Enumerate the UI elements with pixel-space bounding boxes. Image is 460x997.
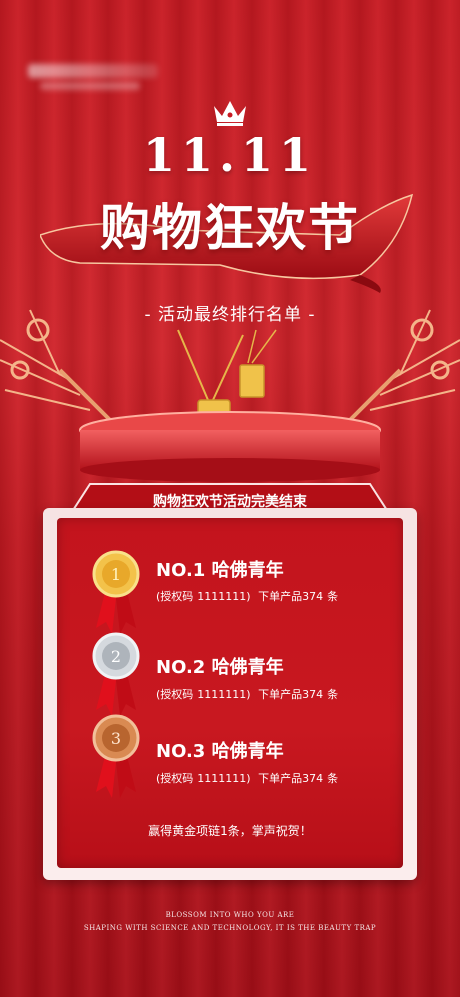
- order-text: 下单产品374: [258, 772, 324, 785]
- auth-label: (授权码: [156, 590, 194, 603]
- crown-icon: [214, 101, 246, 126]
- medal-number: 1: [111, 565, 121, 584]
- auth-code: 1111111): [197, 688, 251, 701]
- rank-detail: (授权码 1111111) 下单产品374 条: [156, 770, 342, 786]
- rank-detail: (授权码 1111111) 下单产品374 条: [156, 686, 342, 702]
- medal-number: 2: [111, 647, 121, 666]
- auth-code: 1111111): [197, 590, 251, 603]
- gold-medal-icon: 1: [92, 550, 140, 634]
- rank-title: NO.1 哈佛青年: [156, 560, 284, 581]
- order-unit: 条: [327, 688, 339, 701]
- page-title: 购物狂欢节: [100, 198, 360, 257]
- order-unit: 条: [327, 590, 339, 603]
- order-text: 下单产品374: [258, 590, 324, 603]
- footer-tagline: SHAPING WITH SCIENCE AND TECHNOLOGY, IT …: [83, 924, 377, 932]
- prize-note: 赢得黄金项链1条，掌声祝贺！: [148, 824, 312, 838]
- silver-medal-icon: 2: [92, 632, 140, 716]
- medal-number: 3: [111, 729, 121, 748]
- rank-detail: (授权码 1111111) 下单产品374 条: [156, 588, 342, 604]
- order-text: 下单产品374: [258, 688, 324, 701]
- footer-slogan: BLOSSOM INTO WHO YOU ARE: [165, 911, 295, 919]
- auth-code: 1111111): [197, 772, 251, 785]
- auth-label: (授权码: [156, 688, 194, 701]
- bronze-medal-icon: 3: [92, 714, 140, 798]
- rank-title: NO.2 哈佛青年: [156, 657, 284, 678]
- blurred-logo-sub: [40, 82, 140, 90]
- rank-title: NO.3 哈佛青年: [156, 741, 284, 762]
- auth-label: (授权码: [156, 772, 194, 785]
- stage-podium: [79, 411, 381, 482]
- blurred-logo: [28, 64, 158, 78]
- event-date: 11.11: [142, 128, 318, 182]
- order-unit: 条: [327, 772, 339, 785]
